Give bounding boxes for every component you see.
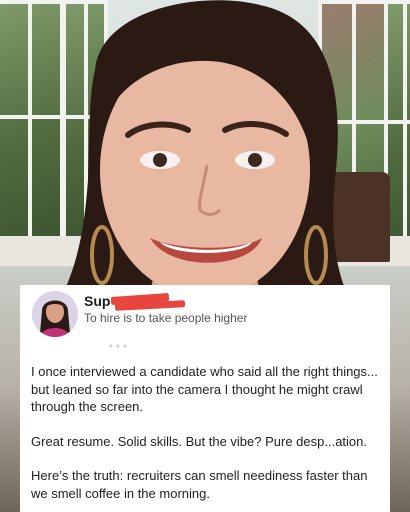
post-card: Sup To hire is to take people higher I o… [20,285,390,512]
faded-dots-icon [109,344,127,348]
author-tagline: To hire is to take people higher [84,311,248,325]
post-body: I once interviewed a candidate who said … [31,363,383,512]
author-name[interactable]: Sup [84,293,110,309]
post-paragraph: I once interviewed a candidate who said … [31,364,378,414]
post-paragraph: Here’s the truth: recruiters can smell n… [31,468,368,501]
avatar-portrait-icon [32,291,78,337]
post-paragraph: Great resume. Solid skills. But the vibe… [31,433,368,449]
author-avatar[interactable] [32,291,78,337]
